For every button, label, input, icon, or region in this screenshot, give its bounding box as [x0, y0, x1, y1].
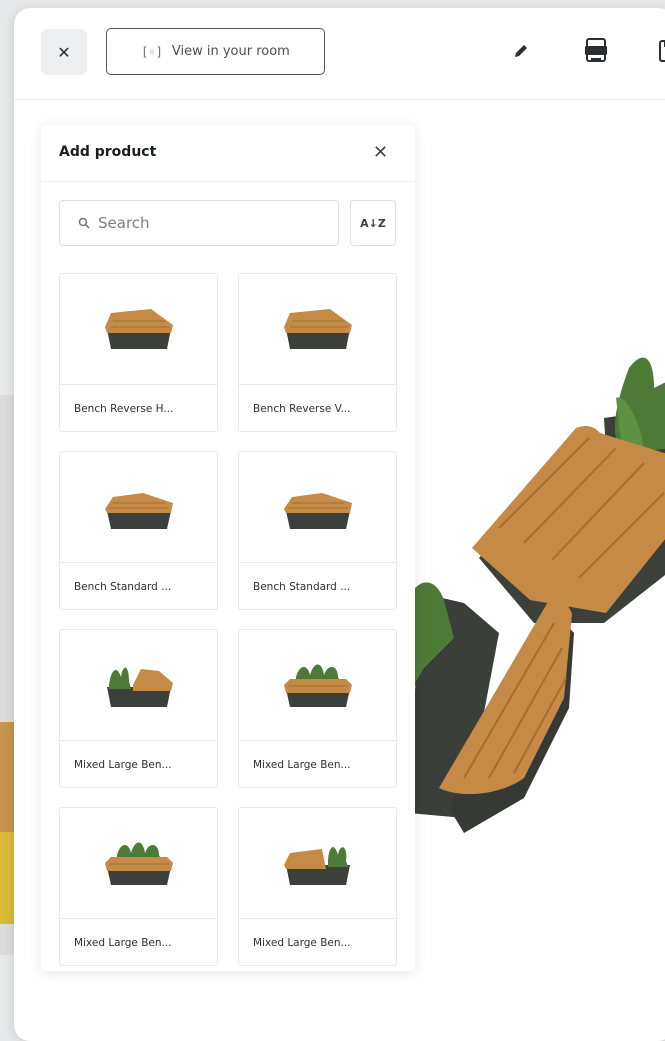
- product-thumbnail: [239, 274, 396, 384]
- product-thumbnail: [60, 274, 217, 384]
- panel-header: Add product ✕: [41, 125, 415, 182]
- sort-button[interactable]: A↓Z: [350, 200, 396, 246]
- product-label: Mixed Large Ben...: [239, 918, 396, 965]
- search-input[interactable]: [98, 214, 308, 232]
- panel-close-button[interactable]: ✕: [373, 142, 388, 163]
- pdf-icon: [585, 38, 607, 62]
- add-product-panel: Add product ✕ A↓Z Bench Reverse H... Benc…: [41, 125, 415, 971]
- background-product-wood: [0, 722, 14, 832]
- edit-button[interactable]: [508, 36, 534, 66]
- product-label: Bench Reverse H...: [60, 384, 217, 431]
- product-card[interactable]: Bench Standard ...: [59, 451, 218, 610]
- product-thumbnail: [60, 452, 217, 562]
- background-product-yellow: [0, 832, 14, 924]
- view-in-room-label: View in your room: [171, 44, 290, 59]
- close-icon: ✕: [57, 42, 71, 62]
- save-icon: [659, 40, 665, 62]
- product-card[interactable]: Mixed Large Ben...: [238, 629, 397, 788]
- search-icon: [78, 217, 90, 229]
- product-thumbnail: [239, 630, 396, 740]
- ar-scan-icon: [◦]: [141, 44, 163, 59]
- panel-title: Add product: [59, 144, 157, 160]
- product-label: Mixed Large Ben...: [239, 740, 396, 787]
- modal-close-button[interactable]: ✕: [41, 29, 87, 75]
- product-card[interactable]: Bench Reverse V...: [238, 273, 397, 432]
- product-thumbnail: [60, 630, 217, 740]
- product-card[interactable]: Bench Reverse H...: [59, 273, 218, 432]
- product-card[interactable]: Mixed Large Ben...: [59, 807, 218, 966]
- product-thumbnail: [239, 808, 396, 918]
- pencil-icon: [515, 45, 527, 57]
- product-card[interactable]: Bench Standard ...: [238, 451, 397, 610]
- product-thumbnail: [60, 808, 217, 918]
- view-in-room-button[interactable]: [◦] View in your room: [106, 28, 325, 75]
- product-label: Mixed Large Ben...: [60, 740, 217, 787]
- product-thumbnail: [239, 452, 396, 562]
- pdf-export-button[interactable]: [581, 36, 611, 66]
- modal-toolbar: ✕ [◦] View in your room: [14, 8, 665, 100]
- search-field[interactable]: [59, 200, 339, 246]
- sort-az-icon: A↓Z: [360, 216, 386, 230]
- product-card[interactable]: Mixed Large Ben...: [59, 629, 218, 788]
- product-label: Bench Standard ...: [239, 562, 396, 609]
- product-label: Bench Reverse V...: [239, 384, 396, 431]
- product-label: Mixed Large Ben...: [60, 918, 217, 965]
- product-configurator-modal: ✕ [◦] View in your room Add product ✕ Se…: [14, 8, 665, 1041]
- product-card[interactable]: Mixed Large Ben...: [238, 807, 397, 966]
- product-label: Bench Standard ...: [60, 562, 217, 609]
- close-icon: ✕: [373, 142, 389, 163]
- save-button[interactable]: [657, 36, 665, 66]
